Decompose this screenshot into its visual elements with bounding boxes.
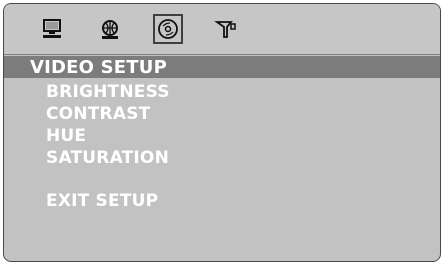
title-bar: VIDEO SETUP: [4, 56, 440, 78]
exit-setup-button[interactable]: EXIT SETUP: [46, 191, 158, 211]
menu-item-saturation[interactable]: SATURATION: [46, 148, 169, 168]
divider-line: [4, 54, 440, 55]
menu-item-brightness[interactable]: BRIGHTNESS: [46, 82, 170, 102]
menu-item-contrast[interactable]: CONTRAST: [46, 104, 150, 124]
speaker-filter-icon[interactable]: [214, 17, 238, 41]
computer-icon[interactable]: [40, 17, 64, 41]
menu-item-hue[interactable]: HUE: [46, 126, 86, 146]
video-setup-screen: VIDEO SETUP BRIGHTNESS CONTRAST HUE SATU…: [3, 3, 441, 262]
language-globe-icon[interactable]: [98, 17, 122, 41]
disc-icon[interactable]: [153, 14, 183, 44]
icon-bar: [4, 4, 440, 54]
menu-title: VIDEO SETUP: [30, 57, 167, 78]
